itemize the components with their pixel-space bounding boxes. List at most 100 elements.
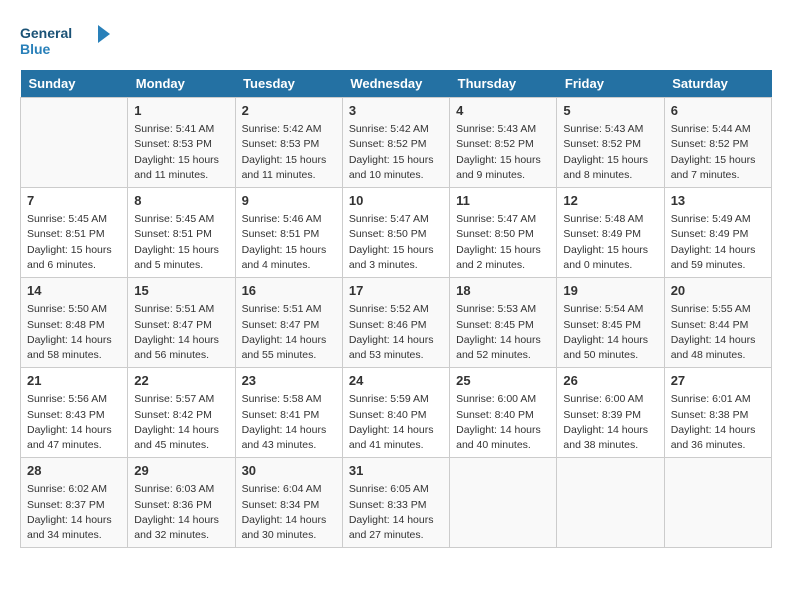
calendar-cell: 21Sunrise: 5:56 AM Sunset: 8:43 PM Dayli… [21,368,128,458]
day-info: Sunrise: 6:03 AM Sunset: 8:36 PM Dayligh… [134,482,228,543]
calendar-cell: 26Sunrise: 6:00 AM Sunset: 8:39 PM Dayli… [557,368,664,458]
day-number: 12 [563,192,657,210]
day-number: 22 [134,372,228,390]
day-number: 2 [242,102,336,120]
calendar-cell: 17Sunrise: 5:52 AM Sunset: 8:46 PM Dayli… [342,278,449,368]
calendar-cell: 11 Sunrise: 5:47 AM Sunset: 8:50 PM Dayli… [450,188,557,278]
day-info: Sunrise: 6:01 AM Sunset: 8:38 PM Dayligh… [671,392,765,453]
calendar-cell: 14Sunrise: 5:50 AM Sunset: 8:48 PM Dayli… [21,278,128,368]
day-number: 16 [242,282,336,300]
day-info: Sunrise: 5:54 AM Sunset: 8:45 PM Dayligh… [563,302,657,363]
day-number: 8 [134,192,228,210]
day-number: 3 [349,102,443,120]
day-number: 25 [456,372,550,390]
calendar-cell: 9 Sunrise: 5:46 AM Sunset: 8:51 PM Daylig… [235,188,342,278]
calendar-cell: 10 Sunrise: 5:47 AM Sunset: 8:50 PM Dayli… [342,188,449,278]
svg-text:Blue: Blue [20,41,51,57]
day-number: 19 [563,282,657,300]
day-header-tuesday: Tuesday [235,70,342,98]
day-info: Sunrise: 5:52 AM Sunset: 8:46 PM Dayligh… [349,302,443,363]
day-number: 24 [349,372,443,390]
day-number: 5 [563,102,657,120]
day-info: Sunrise: 5:42 AM Sunset: 8:53 PM Dayligh… [242,122,336,183]
day-header-thursday: Thursday [450,70,557,98]
calendar-cell [557,458,664,548]
day-info: Sunrise: 6:05 AM Sunset: 8:33 PM Dayligh… [349,482,443,543]
day-info: Sunrise: 5:45 AM Sunset: 8:51 PM Dayligh… [27,212,121,273]
day-number: 6 [671,102,765,120]
week-row-2: 7 Sunrise: 5:45 AM Sunset: 8:51 PM Daylig… [21,188,772,278]
calendar-cell: 30 Sunrise: 6:04 AM Sunset: 8:34 PM Dayli… [235,458,342,548]
day-number: 26 [563,372,657,390]
day-number: 1 [134,102,228,120]
day-header-friday: Friday [557,70,664,98]
day-info: Sunrise: 5:55 AM Sunset: 8:44 PM Dayligh… [671,302,765,363]
day-number: 10 [349,192,443,210]
day-info: Sunrise: 5:46 AM Sunset: 8:51 PM Dayligh… [242,212,336,273]
calendar-cell [21,98,128,188]
calendar-cell: 3 Sunrise: 5:42 AM Sunset: 8:52 PM Daylig… [342,98,449,188]
calendar-cell: 24 Sunrise: 5:59 AM Sunset: 8:40 PM Dayli… [342,368,449,458]
day-header-saturday: Saturday [664,70,771,98]
day-info: Sunrise: 5:47 AM Sunset: 8:50 PM Dayligh… [349,212,443,273]
calendar-cell: 25 Sunrise: 6:00 AM Sunset: 8:40 PM Dayli… [450,368,557,458]
day-info: Sunrise: 5:48 AM Sunset: 8:49 PM Dayligh… [563,212,657,273]
day-info: Sunrise: 6:02 AM Sunset: 8:37 PM Dayligh… [27,482,121,543]
calendar-cell: 23 Sunrise: 5:58 AM Sunset: 8:41 PM Dayli… [235,368,342,458]
day-header-sunday: Sunday [21,70,128,98]
calendar-cell: 18Sunrise: 5:53 AM Sunset: 8:45 PM Dayli… [450,278,557,368]
week-row-3: 14Sunrise: 5:50 AM Sunset: 8:48 PM Dayli… [21,278,772,368]
calendar-cell: 6Sunrise: 5:44 AM Sunset: 8:52 PM Daylig… [664,98,771,188]
day-info: Sunrise: 5:51 AM Sunset: 8:47 PM Dayligh… [242,302,336,363]
day-number: 13 [671,192,765,210]
day-info: Sunrise: 6:00 AM Sunset: 8:40 PM Dayligh… [456,392,550,453]
day-info: Sunrise: 5:42 AM Sunset: 8:52 PM Dayligh… [349,122,443,183]
calendar-cell: 8Sunrise: 5:45 AM Sunset: 8:51 PM Daylig… [128,188,235,278]
calendar-cell: 1 Sunrise: 5:41 AM Sunset: 8:53 PM Daylig… [128,98,235,188]
calendar-cell: 29 Sunrise: 6:03 AM Sunset: 8:36 PM Dayli… [128,458,235,548]
calendar-cell: 28 Sunrise: 6:02 AM Sunset: 8:37 PM Dayli… [21,458,128,548]
day-number: 29 [134,462,228,480]
calendar-cell: 19 Sunrise: 5:54 AM Sunset: 8:45 PM Dayli… [557,278,664,368]
calendar-cell: 31 Sunrise: 6:05 AM Sunset: 8:33 PM Dayli… [342,458,449,548]
day-number: 30 [242,462,336,480]
day-number: 9 [242,192,336,210]
calendar-cell: 12 Sunrise: 5:48 AM Sunset: 8:49 PM Dayli… [557,188,664,278]
days-header-row: SundayMondayTuesdayWednesdayThursdayFrid… [21,70,772,98]
day-number: 31 [349,462,443,480]
day-info: Sunrise: 5:57 AM Sunset: 8:42 PM Dayligh… [134,392,228,453]
calendar-cell [664,458,771,548]
day-number: 11 [456,192,550,210]
calendar-cell: 15 Sunrise: 5:51 AM Sunset: 8:47 PM Dayli… [128,278,235,368]
day-number: 28 [27,462,121,480]
day-info: Sunrise: 5:41 AM Sunset: 8:53 PM Dayligh… [134,122,228,183]
day-info: Sunrise: 5:43 AM Sunset: 8:52 PM Dayligh… [456,122,550,183]
day-info: Sunrise: 5:51 AM Sunset: 8:47 PM Dayligh… [134,302,228,363]
day-number: 4 [456,102,550,120]
calendar-cell: 22 Sunrise: 5:57 AM Sunset: 8:42 PM Dayli… [128,368,235,458]
day-info: Sunrise: 5:58 AM Sunset: 8:41 PM Dayligh… [242,392,336,453]
calendar-cell: 2 Sunrise: 5:42 AM Sunset: 8:53 PM Daylig… [235,98,342,188]
logo: General Blue [20,20,110,60]
calendar-cell: 5 Sunrise: 5:43 AM Sunset: 8:52 PM Daylig… [557,98,664,188]
day-info: Sunrise: 5:59 AM Sunset: 8:40 PM Dayligh… [349,392,443,453]
day-info: Sunrise: 6:04 AM Sunset: 8:34 PM Dayligh… [242,482,336,543]
day-info: Sunrise: 5:49 AM Sunset: 8:49 PM Dayligh… [671,212,765,273]
day-info: Sunrise: 5:56 AM Sunset: 8:43 PM Dayligh… [27,392,121,453]
day-number: 23 [242,372,336,390]
calendar-cell: 7 Sunrise: 5:45 AM Sunset: 8:51 PM Daylig… [21,188,128,278]
day-info: Sunrise: 5:47 AM Sunset: 8:50 PM Dayligh… [456,212,550,273]
day-number: 20 [671,282,765,300]
day-number: 7 [27,192,121,210]
page-header: General Blue [20,20,772,60]
week-row-4: 21Sunrise: 5:56 AM Sunset: 8:43 PM Dayli… [21,368,772,458]
day-info: Sunrise: 5:43 AM Sunset: 8:52 PM Dayligh… [563,122,657,183]
day-header-monday: Monday [128,70,235,98]
day-number: 15 [134,282,228,300]
logo-svg: General Blue [20,20,110,60]
calendar-cell [450,458,557,548]
day-info: Sunrise: 5:53 AM Sunset: 8:45 PM Dayligh… [456,302,550,363]
calendar-cell: 16 Sunrise: 5:51 AM Sunset: 8:47 PM Dayli… [235,278,342,368]
week-row-5: 28 Sunrise: 6:02 AM Sunset: 8:37 PM Dayli… [21,458,772,548]
svg-text:General: General [20,25,72,41]
